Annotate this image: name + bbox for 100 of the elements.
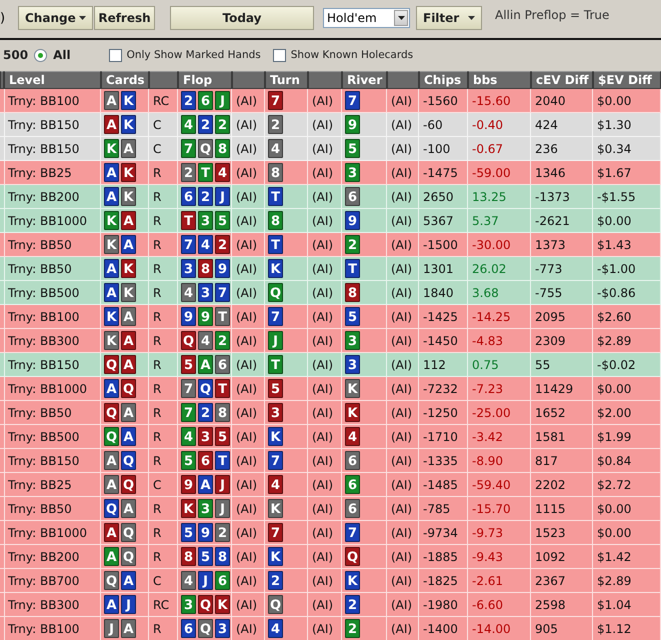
checkbox[interactable] [108,48,122,62]
table-row[interactable]: Trny: BB50 A K R 3 8 9 (AI) K (AI) T (AI) 1301 26.02 -773 -$1.00 [0,257,661,281]
column-header[interactable]: cEV Diff [531,71,593,89]
table-row[interactable]: Trny: BB50 Q A R 7 2 8 (AI) 3 (AI) K (AI) -1250 -25.00 1652 $2.00 [0,401,661,425]
table-row[interactable]: Trny: BB500 Q A R 4 3 5 (AI) K (AI) 4 (AI) -1710 -3.42 1581 $1.99 [0,425,661,449]
table-cell: (AI) [312,334,334,348]
table-cell: -773 [535,262,562,276]
playing-card: 3 [198,283,213,302]
table-cell: -1250 [423,406,458,420]
table-row[interactable]: Trny: BB100 A K RC 2 6 J (AI) 7 (AI) 7 (AI) -1560 -15.60 2040 $0.00 [0,89,661,113]
table-row[interactable]: Trny: BB150 K A C 7 Q 8 (AI) 4 (AI) 5 (AI) -100 -0.67 236 $0.34 [0,137,661,161]
column-header[interactable]: Flop [178,71,232,89]
playing-card: J [215,475,230,494]
playing-card: A [104,451,119,470]
playing-card: 8 [181,547,196,566]
filter-button[interactable]: Filter [416,6,482,30]
column-header[interactable] [308,71,342,89]
column-header[interactable] [149,71,178,89]
playing-card: 8 [215,547,230,566]
playing-card: Q [121,451,136,470]
table-cell: (AI) [236,142,258,156]
table-cell: 11429 [535,382,574,396]
today-button[interactable]: Today [170,6,314,30]
table-cell: -0.67 [472,142,504,156]
column-header[interactable]: River [342,71,387,89]
table-cell: 2650 [423,190,454,204]
table-row[interactable]: Trny: BB100 J A R 6 Q 3 (AI) 4 (AI) 2 (AI) -1400 -14.00 905 $1.12 [0,617,661,640]
table-cell: (AI) [391,526,412,540]
table-cell: -1885 [423,550,458,564]
table-row[interactable]: Trny: BB1000 K A R T 3 5 (AI) 8 (AI) 9 (AI) 5367 5.37 -2621 $0.00 [0,209,661,233]
refresh-button[interactable]: Refresh [94,6,155,30]
playing-card: 7 [268,523,283,542]
change-button[interactable]: Change [18,6,93,30]
playing-card: K [104,235,119,254]
playing-card: 5 [268,379,283,398]
table-cell: -9.43 [472,550,504,564]
radio-button[interactable] [34,48,48,62]
playing-card: K [268,427,283,446]
table-cell: Trny: BB150 [8,142,80,156]
playing-card: 2 [215,235,230,254]
playing-card: K [104,139,119,158]
playing-card: 3 [198,499,213,518]
table-row[interactable]: Trny: BB50 Q A R K 3 J (AI) K (AI) 6 (AI) -785 -15.70 1115 $0.00 [0,497,661,521]
table-row[interactable]: Trny: BB200 A K R 6 2 J (AI) T (AI) 6 (AI) 2650 13.25 -1373 -$1.55 [0,185,661,209]
table-row[interactable]: Trny: BB100 K A R 9 9 T (AI) 7 (AI) 5 (AI) -1425 -14.25 2095 $2.60 [0,305,661,329]
table-cell: -9.73 [472,526,504,540]
column-header[interactable]: Level [4,71,101,89]
column-header[interactable]: Cards [101,71,149,89]
table-row[interactable]: Trny: BB150 Q A R 5 A 6 (AI) T (AI) 3 (AI) 112 0.75 55 -$0.02 [0,353,661,377]
checkbox[interactable] [272,48,286,62]
playing-card: 2 [345,619,360,638]
playing-card: 6 [345,499,360,518]
table-cell: -100 [423,142,450,156]
column-header[interactable]: bbs [468,71,531,89]
table-row[interactable]: Trny: BB700 Q A C 4 J 6 (AI) 2 (AI) K (AI) -1825 -2.61 2367 $2.89 [0,569,661,593]
playing-card: A [121,619,136,638]
table-cell: $2.60 [597,310,632,324]
playing-card: 6 [215,571,230,590]
playing-card: 4 [181,427,196,446]
table-row[interactable]: Trny: BB1000 A Q R 5 9 2 (AI) 7 (AI) 7 (AI) -9734 -9.73 1523 $0.00 [0,521,661,545]
table-cell: (AI) [312,262,334,276]
table-row[interactable]: Trny: BB500 A K R 4 3 7 (AI) Q (AI) 8 (AI) 1840 3.68 -755 -$0.86 [0,281,661,305]
playing-card: Q [121,523,136,542]
column-header[interactable]: $EV Diff [593,71,661,89]
table-cell: -1485 [423,478,458,492]
table-cell: (AI) [312,238,334,252]
playing-card: 5 [345,139,360,158]
column-header[interactable] [387,71,419,89]
playing-card: Q [104,355,119,374]
table-row[interactable]: Trny: BB150 A K C 4 2 2 (AI) 2 (AI) 9 (AI) -60 -0.40 424 $1.30 [0,113,661,137]
table-row[interactable]: Trny: BB300 K A R Q 4 2 (AI) J (AI) 3 (AI) -1450 -4.83 2309 $2.89 [0,329,661,353]
playing-card: A [104,163,119,182]
table-row[interactable]: Trny: BB200 A Q R 8 5 8 (AI) K (AI) Q (AI) -1885 -9.43 1092 $1.42 [0,545,661,569]
playing-card: A [198,355,213,374]
table-cell: (AI) [312,214,334,228]
playing-card: 4 [198,235,213,254]
table-row[interactable]: Trny: BB25 A K R 2 T 4 (AI) 8 (AI) 3 (AI) -1475 -59.00 1346 $1.67 [0,161,661,185]
playing-card: 9 [198,523,213,542]
table-cell: -1710 [423,430,458,444]
table-cell: (AI) [391,238,412,252]
table-cell: 424 [535,118,558,132]
table-row[interactable]: Trny: BB50 K A R 7 4 2 (AI) T (AI) 2 (AI) -1500 -30.00 1373 $1.43 [0,233,661,257]
table-row[interactable]: Trny: BB25 A Q C 9 A J (AI) 4 (AI) 6 (AI) -1485 -59.40 2202 $2.72 [0,473,661,497]
column-header[interactable]: Turn [265,71,308,89]
playing-card: A [121,427,136,446]
table-row[interactable]: Trny: BB150 A Q R 5 6 T (AI) 7 (AI) 6 (AI) -1335 -8.90 817 $0.84 [0,449,661,473]
playing-card: 2 [181,163,196,182]
table-row[interactable]: Trny: BB1000 A Q R 7 Q T (AI) 5 (AI) K (AI) -7232 -7.23 11429 $0.00 [0,377,661,401]
column-header[interactable] [0,71,4,89]
playing-card: 7 [268,307,283,326]
table-cell: Trny: BB1000 [8,382,87,396]
table-row[interactable]: Trny: BB300 A J RC 3 Q K (AI) Q (AI) 2 (AI) -1980 -6.60 2598 $1.04 [0,593,661,617]
table-cell: -7.23 [472,382,504,396]
table-cell: Trny: BB50 [8,262,72,276]
game-select[interactable]: Hold'em [323,8,410,28]
column-header[interactable]: Chips [419,71,468,89]
playing-card: 8 [268,163,283,182]
table-cell: (AI) [236,358,258,372]
column-header[interactable] [232,71,265,89]
table-cell: $1.30 [597,118,632,132]
